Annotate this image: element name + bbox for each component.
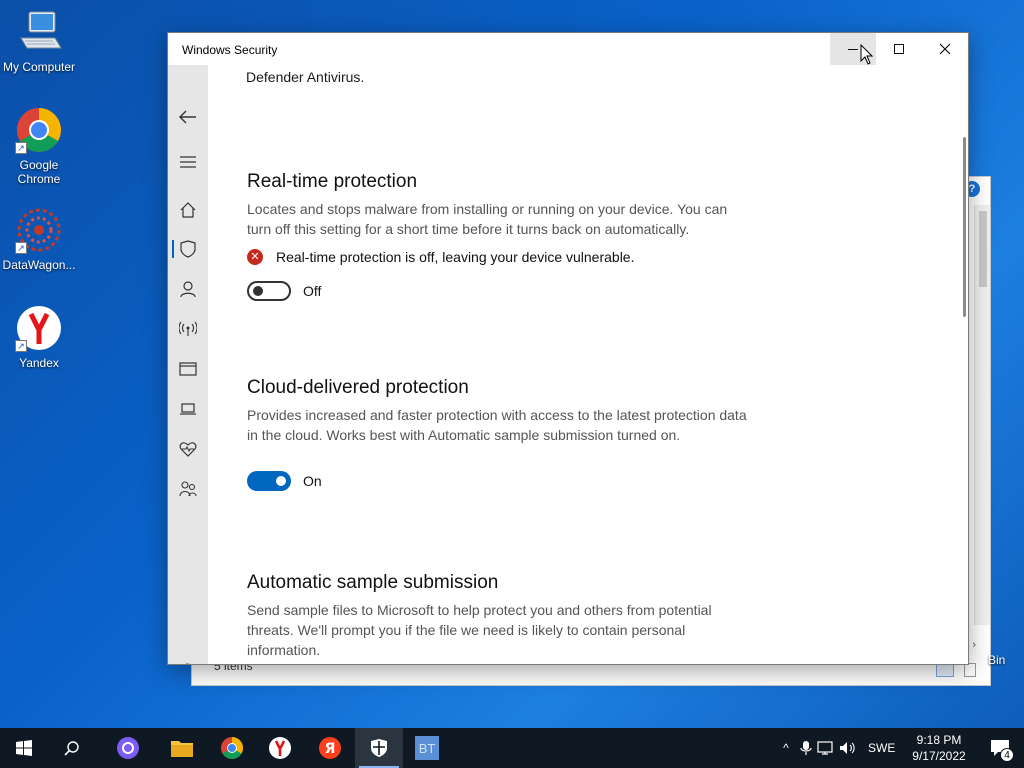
desktop-icon-yandex[interactable]: ↗ Yandex — [0, 304, 78, 370]
mouse-cursor-icon — [860, 44, 874, 65]
section-heading: Cloud-delivered protection — [247, 377, 469, 398]
bt-app-button[interactable]: BT — [403, 728, 451, 768]
back-arrow-icon[interactable] — [168, 101, 208, 133]
home-icon[interactable] — [168, 194, 208, 226]
automatic-sample-submission-section: Automatic sample submission Send sample … — [247, 572, 747, 664]
hamburger-menu-icon[interactable] — [168, 146, 208, 178]
datawagon-icon: ↗ — [15, 206, 63, 254]
chrome-icon: ↗ — [15, 106, 63, 154]
yandex-browser-button[interactable] — [256, 728, 304, 768]
desktop-icon-label: Yandex — [19, 356, 59, 370]
toggle-label: Off — [303, 283, 322, 299]
desktop-icon-label: DataWagon... — [2, 258, 76, 272]
clock-time: 9:18 PM — [916, 733, 962, 747]
search-icon — [64, 741, 79, 756]
taskbar: Я BT ^ SWE 9:18 PM 9/17/2022 4 — [0, 728, 1024, 768]
system-tray: ^ SWE — [776, 728, 906, 768]
account-icon[interactable] — [168, 273, 208, 305]
chrome-icon — [221, 737, 243, 759]
section-description: Provides increased and faster protection… — [247, 407, 747, 443]
section-heading: Real-time protection — [247, 171, 418, 192]
volume-icon[interactable] — [838, 740, 858, 756]
file-explorer-button[interactable] — [158, 728, 206, 768]
cloud-delivered-protection-section: Cloud-delivered protection Provides incr… — [247, 377, 747, 491]
notification-count-badge: 4 — [1000, 748, 1014, 762]
yandex-icon: Я — [319, 737, 341, 759]
desktop-icon-google-chrome[interactable]: ↗ Google Chrome — [0, 106, 78, 186]
desktop-icon-datawagon[interactable]: ↗ DataWagon... — [0, 206, 78, 272]
section-intro-text: Defender Antivirus. — [246, 69, 365, 85]
toggle-label: On — [303, 473, 322, 489]
desktop-icon-my-computer[interactable]: My Computer — [0, 8, 78, 74]
section-description: Send sample files to Microsoft to help p… — [247, 602, 712, 658]
settings-gear-icon[interactable] — [168, 654, 208, 664]
search-button[interactable] — [48, 728, 96, 768]
network-icon[interactable] — [816, 740, 838, 756]
shortcut-arrow-icon: ↗ — [15, 242, 27, 254]
chrome-taskbar-button[interactable] — [208, 728, 256, 768]
family-icon[interactable] — [168, 473, 208, 505]
clock-date: 9/17/2022 — [912, 749, 966, 763]
clock[interactable]: 9:18 PM 9/17/2022 — [906, 732, 972, 764]
bt-app-icon: BT — [415, 736, 439, 760]
close-button[interactable] — [922, 33, 968, 65]
large-icons-view-button[interactable] — [964, 663, 976, 677]
scroll-right-arrow-icon[interactable]: › — [972, 639, 976, 651]
real-time-protection-toggle[interactable] — [247, 281, 291, 301]
toggle-row: Off — [247, 281, 747, 301]
shortcut-arrow-icon: ↗ — [15, 142, 27, 154]
file-explorer-icon — [171, 741, 193, 757]
shield-icon[interactable] — [168, 233, 208, 265]
yandex-button[interactable]: Я — [306, 728, 354, 768]
windows-logo-icon — [16, 740, 32, 756]
laptop-icon[interactable] — [168, 393, 208, 425]
desktop-icon-label: Google Chrome — [17, 158, 61, 186]
real-time-protection-section: Real-time protection Locates and stops m… — [247, 171, 747, 301]
app-browser-icon[interactable] — [168, 353, 208, 385]
section-description: Locates and stops malware from installin… — [247, 201, 728, 237]
bt-app-label: BT — [418, 740, 436, 756]
windows-security-icon — [371, 739, 387, 757]
navigation-sidebar — [168, 65, 208, 664]
warning-text: Real-time protection is off, leaving you… — [276, 249, 635, 265]
content-scrollbar[interactable] — [963, 137, 966, 317]
window-title: Windows Security — [182, 43, 278, 57]
show-hidden-icons-icon[interactable]: ^ — [776, 741, 796, 755]
start-button[interactable] — [0, 728, 48, 768]
alice-icon — [117, 737, 139, 759]
wireless-icon[interactable] — [168, 313, 208, 345]
windows-security-taskbar-button[interactable] — [355, 728, 403, 768]
computer-icon — [15, 8, 63, 56]
maximize-button[interactable] — [876, 33, 922, 65]
yandex-icon: ↗ — [15, 304, 63, 352]
heart-health-icon[interactable] — [168, 433, 208, 465]
section-heading: Automatic sample submission — [247, 572, 499, 593]
cloud-delivered-protection-toggle[interactable] — [247, 471, 291, 491]
details-view-button[interactable] — [936, 663, 954, 677]
input-language-indicator[interactable]: SWE — [868, 741, 895, 755]
microphone-icon[interactable] — [796, 740, 816, 756]
alice-button[interactable] — [104, 728, 152, 768]
vertical-scrollbar[interactable] — [974, 205, 990, 625]
main-content: Defender Antivirus. Real-time protection… — [208, 65, 968, 664]
svg-text:Я: Я — [325, 741, 336, 757]
desktop-icon-label: My Computer — [2, 60, 76, 74]
yandex-browser-icon — [269, 737, 291, 759]
recycle-bin-label: Bin — [988, 653, 1006, 667]
toggle-row: On — [247, 471, 747, 491]
title-bar[interactable]: Windows Security — [168, 33, 968, 65]
error-icon: ✕ — [247, 249, 263, 265]
warning-message: ✕ Real-time protection is off, leaving y… — [247, 249, 747, 265]
action-center-button[interactable]: 4 — [976, 728, 1024, 768]
windows-security-window[interactable]: Windows Security Defender Antivirus. Rea… — [167, 32, 969, 665]
shortcut-arrow-icon: ↗ — [15, 340, 27, 352]
